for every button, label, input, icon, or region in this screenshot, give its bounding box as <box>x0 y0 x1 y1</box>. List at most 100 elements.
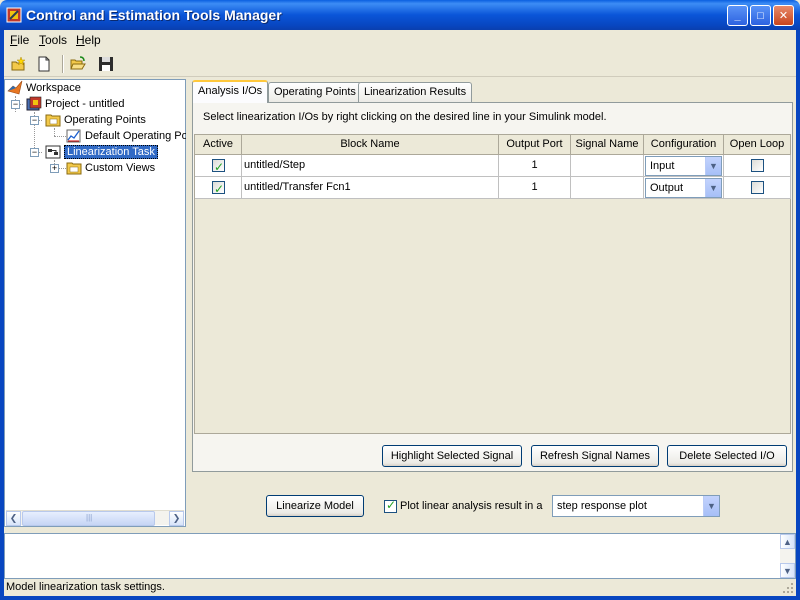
minimize-button[interactable]: _ <box>727 5 748 26</box>
open-loop-checkbox[interactable] <box>751 181 764 194</box>
chevron-down-icon: ▼ <box>783 565 792 576</box>
column-header-signal-name[interactable]: Signal Name <box>571 135 644 155</box>
tree-label-linearization-task: Linearization Task <box>64 145 158 159</box>
collapse-toggle-project[interactable]: − <box>11 100 20 109</box>
signal-name-cell[interactable] <box>571 177 644 199</box>
project-tree[interactable]: Workspace − Project - untitled − Operati… <box>4 79 188 527</box>
maximize-icon: □ <box>757 9 764 22</box>
window-frame-right <box>796 30 800 600</box>
column-header-open-loop[interactable]: Open Loop <box>724 135 791 155</box>
refresh-signal-names-button[interactable]: Refresh Signal Names <box>531 445 659 467</box>
open-loop-checkbox[interactable] <box>751 159 764 172</box>
delete-selected-io-button[interactable]: Delete Selected I/O <box>667 445 787 467</box>
io-table[interactable]: Active Block Name Output Port Signal Nam… <box>194 134 791 434</box>
column-header-configuration[interactable]: Configuration <box>644 135 724 155</box>
chevron-down-icon[interactable]: ▼ <box>705 179 721 197</box>
new-document-icon <box>38 56 50 72</box>
resize-grip-icon[interactable] <box>782 582 794 594</box>
tree-item-default-operating-point[interactable]: Default Operating Po <box>66 128 188 144</box>
chevron-up-icon: ▲ <box>783 536 792 547</box>
column-header-active[interactable]: Active <box>195 135 242 155</box>
plot-result-checkbox[interactable]: ✓ <box>384 498 397 513</box>
open-folder-icon <box>70 56 86 70</box>
save-button[interactable] <box>96 54 116 74</box>
open-loop-cell <box>724 177 791 199</box>
close-button[interactable]: ✕ <box>773 5 794 26</box>
block-name-cell[interactable]: untitled/Transfer Fcn1 <box>242 177 499 199</box>
tab-linearization-results[interactable]: Linearization Results <box>358 82 473 102</box>
tree-item-linearization-task[interactable]: Linearization Task <box>45 144 158 160</box>
new-project-icon <box>11 56 26 71</box>
configuration-dropdown[interactable]: Input ▼ <box>645 156 722 176</box>
column-header-output-port[interactable]: Output Port <box>499 135 571 155</box>
new-document-button[interactable] <box>34 54 54 74</box>
tree-label-operating-points: Operating Points <box>64 114 146 126</box>
menu-help[interactable]: Help <box>76 33 101 47</box>
chevron-down-icon[interactable]: ▼ <box>705 157 721 175</box>
toolbar-separator <box>62 55 64 73</box>
expand-toggle-custom-views[interactable]: + <box>50 164 59 173</box>
highlight-selected-signal-button[interactable]: Highlight Selected Signal <box>382 445 522 467</box>
collapse-toggle-linearization-task[interactable]: − <box>30 148 39 157</box>
new-project-button[interactable] <box>8 54 28 74</box>
app-icon <box>6 7 22 23</box>
chevron-down-icon[interactable]: ▼ <box>703 496 719 516</box>
linearize-model-button[interactable]: Linearize Model <box>266 495 364 517</box>
scroll-up-button[interactable]: ▲ <box>780 534 795 549</box>
tree-item-operating-points[interactable]: Operating Points <box>45 112 146 128</box>
tree-item-project[interactable]: Project - untitled <box>26 96 124 112</box>
console-scroll-track[interactable] <box>780 549 795 563</box>
scroll-grip-icon: ||| <box>86 513 93 522</box>
tree-label-custom-views: Custom Views <box>85 162 156 174</box>
linearization-task-icon <box>45 145 61 159</box>
open-button[interactable] <box>68 54 88 74</box>
configuration-dropdown[interactable]: Output ▼ <box>645 178 722 198</box>
folder-icon <box>66 162 82 175</box>
analysis-ios-panel: Select linearization I/Os by right click… <box>192 102 793 472</box>
open-loop-cell <box>724 155 791 177</box>
check-icon: ✓ <box>214 182 225 196</box>
scroll-down-button[interactable]: ▼ <box>780 563 795 578</box>
check-icon: ✓ <box>214 160 225 174</box>
tab-analysis-ios[interactable]: Analysis I/Os <box>192 80 269 103</box>
status-text: Model linearization task settings. <box>6 581 165 593</box>
message-console[interactable]: ▲ ▼ <box>4 533 796 579</box>
scroll-right-button[interactable]: ❯ <box>169 511 184 526</box>
table-row[interactable]: ✓ <box>195 155 242 177</box>
maximize-button[interactable]: □ <box>750 5 771 26</box>
active-checkbox[interactable]: ✓ <box>212 181 225 196</box>
plot-result-label: Plot linear analysis result in a <box>400 500 543 512</box>
scroll-left-button[interactable]: ❮ <box>6 511 21 526</box>
active-checkbox[interactable]: ✓ <box>212 159 225 174</box>
tree-horizontal-scrollbar[interactable]: ❮ ||| ❯ <box>6 510 184 526</box>
tree-label-project: Project - untitled <box>45 98 125 110</box>
output-port-cell[interactable]: 1 <box>499 155 571 177</box>
tree-label-workspace: Workspace <box>26 82 81 94</box>
configuration-cell: Output ▼ <box>644 177 724 199</box>
tree-item-workspace[interactable]: Workspace <box>7 80 81 96</box>
output-port-cell[interactable]: 1 <box>499 177 571 199</box>
toolbar <box>4 51 796 77</box>
tree-item-custom-views[interactable]: Custom Views <box>66 160 155 176</box>
status-bar: Model linearization task settings. <box>4 580 796 596</box>
close-icon: ✕ <box>778 10 789 22</box>
tree-label-default-operating-point: Default Operating Po <box>85 130 188 142</box>
menu-file[interactable]: File <box>10 33 29 47</box>
block-name-cell[interactable]: untitled/Step <box>242 155 499 177</box>
menu-tools[interactable]: Tools <box>39 33 67 47</box>
save-disk-icon <box>99 57 113 71</box>
table-row[interactable]: ✓ <box>195 177 242 199</box>
project-icon <box>26 96 42 111</box>
column-header-block-name[interactable]: Block Name <box>242 135 499 155</box>
panel-splitter[interactable] <box>186 79 190 527</box>
chevron-right-icon: ❯ <box>172 513 181 523</box>
collapse-toggle-operating-points[interactable]: − <box>30 116 39 125</box>
menu-bar: File Tools Help <box>4 30 796 50</box>
window-title: Control and Estimation Tools Manager <box>26 7 282 23</box>
minimize-icon: _ <box>734 9 741 22</box>
configuration-cell: Input ▼ <box>644 155 724 177</box>
plot-type-dropdown[interactable]: step response plot ▼ <box>552 495 720 517</box>
window-frame-bottom <box>0 596 800 600</box>
tab-operating-points[interactable]: Operating Points <box>268 82 362 102</box>
signal-name-cell[interactable] <box>571 155 644 177</box>
